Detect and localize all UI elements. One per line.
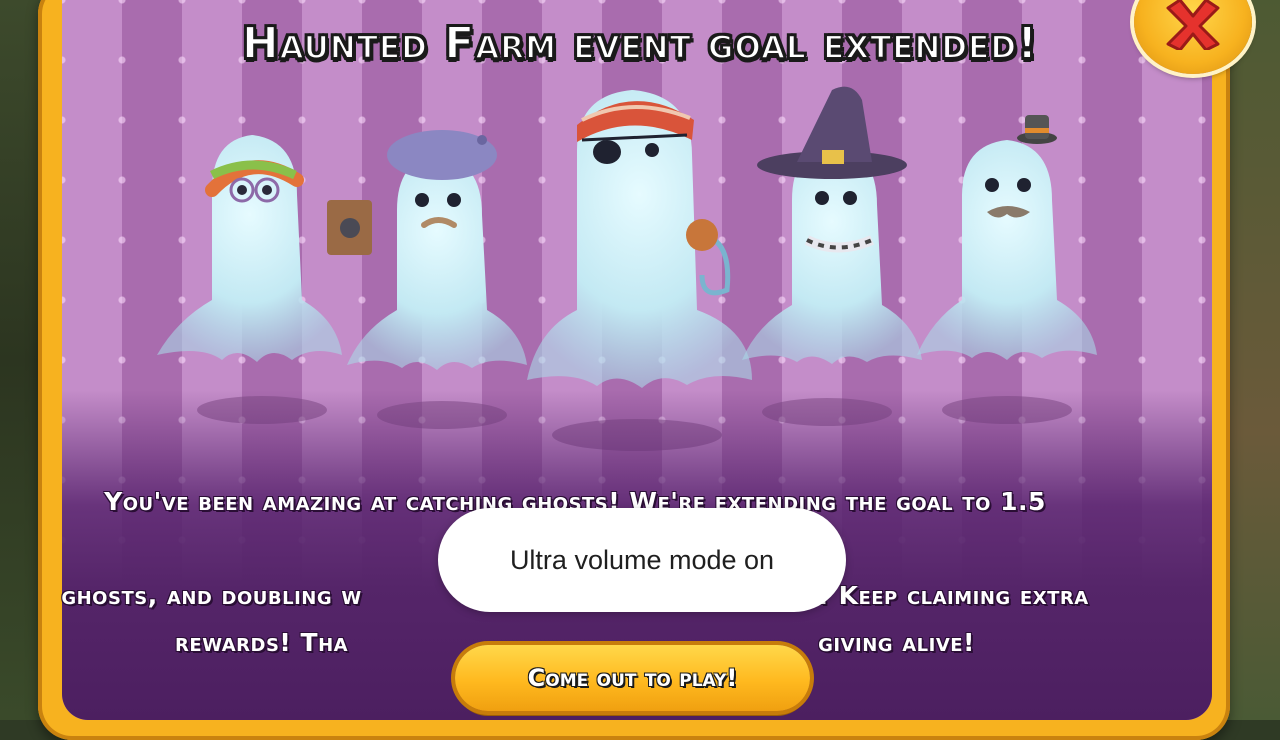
- event-title: Haunted Farm event goal extended!: [241, 17, 1039, 70]
- come-out-to-play-button[interactable]: Come out to play!: [455, 645, 810, 711]
- ghost-mustache-gentleman: [917, 115, 1097, 360]
- ghost-pirate: [527, 90, 752, 388]
- ghost-witch: [742, 86, 922, 364]
- ghost-beret-photographer: [327, 130, 527, 370]
- message-line-3b: giving alive!: [818, 628, 975, 657]
- message-line-2a: ghosts, and doubling w: [61, 581, 362, 610]
- close-x-icon: [1166, 0, 1220, 50]
- toast-text: Ultra volume mode on: [509, 544, 775, 575]
- message-line-3a: rewards! Tha: [175, 628, 349, 657]
- volume-toast: Ultra volume mode on: [438, 508, 846, 612]
- ghost-hippie: [157, 135, 342, 362]
